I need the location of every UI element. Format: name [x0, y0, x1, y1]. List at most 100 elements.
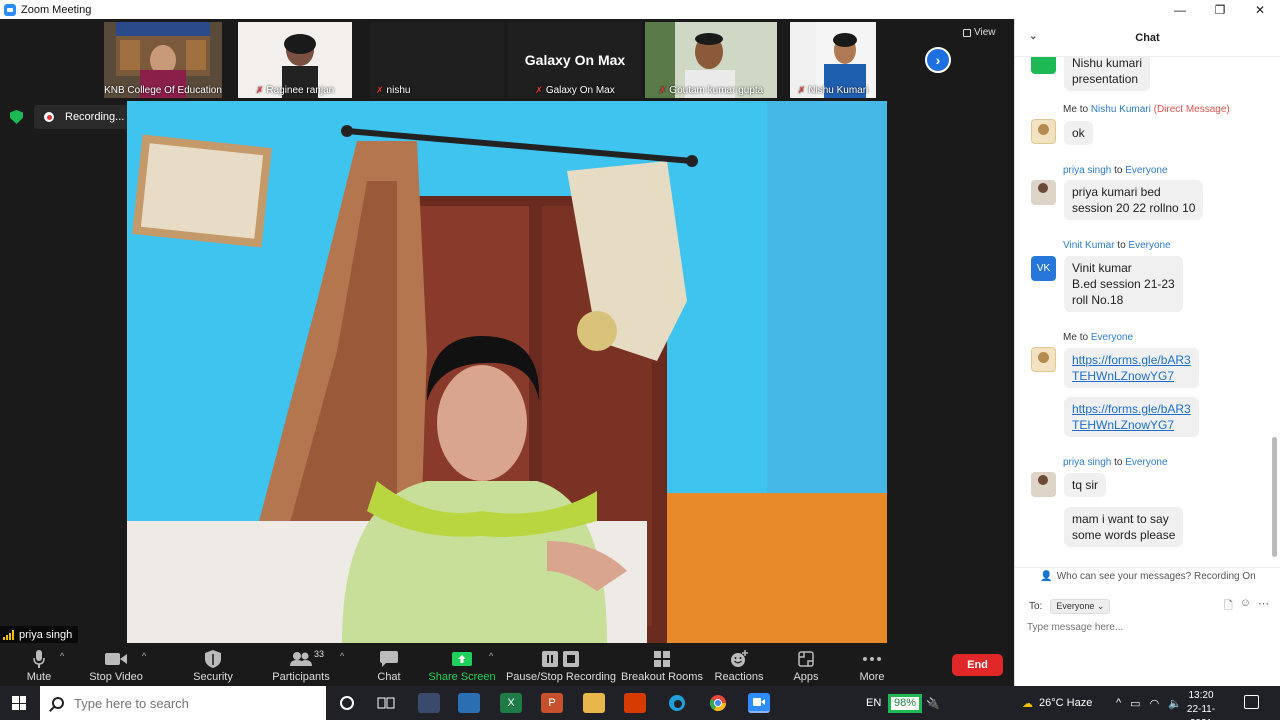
- windows-start-icon[interactable]: [12, 696, 26, 710]
- form-link[interactable]: https://forms.gle/bAR3 TEHWnLZnowYG7: [1072, 402, 1191, 432]
- active-speaker-video: [127, 101, 887, 643]
- chat-scrollbar[interactable]: [1271, 57, 1277, 567]
- share-screen-button[interactable]: Share Screen: [428, 643, 496, 686]
- cortana-icon[interactable]: [336, 693, 358, 713]
- participant-strip: KNB College Of Education ✗ Raginee ranjan…: [0, 19, 1014, 99]
- muted-mic-icon: ✗: [255, 85, 264, 95]
- emoji-icon[interactable]: ☺: [1240, 597, 1251, 616]
- language-indicator[interactable]: EN: [866, 686, 881, 720]
- more-options-icon[interactable]: ⋯: [1258, 597, 1269, 616]
- collapse-chevron-icon[interactable]: ⌄: [1029, 31, 1037, 42]
- apps-icon: [798, 647, 814, 671]
- recipient-select[interactable]: Everyone ⌄: [1050, 598, 1111, 614]
- chat-message: ok: [1064, 121, 1093, 145]
- chat-panel: ⌄ Chat Nishu kumari presentation Me to Ni…: [1014, 19, 1280, 686]
- chat-title: Chat: [1135, 31, 1160, 44]
- muted-mic-icon: ✗: [376, 85, 384, 95]
- wifi-icon[interactable]: ◠: [1150, 697, 1160, 710]
- person-icon: 👤: [1040, 571, 1053, 582]
- excel-icon[interactable]: X: [500, 693, 522, 713]
- powerpoint-icon[interactable]: P: [541, 693, 563, 713]
- reactions-smiley-icon: [730, 647, 748, 671]
- participants-options-chevron-icon[interactable]: ^: [340, 651, 344, 661]
- edge-icon[interactable]: [666, 693, 688, 713]
- message-meta: Me to Everyone: [1063, 332, 1134, 343]
- reactions-button[interactable]: Reactions: [714, 643, 764, 686]
- weather-widget[interactable]: ☁ 26°C Haze: [1022, 686, 1092, 720]
- chat-message: Vinit kumar B.ed session 21-23 roll No.18: [1064, 256, 1183, 312]
- taskbar-search[interactable]: [40, 686, 326, 720]
- zoom-window: Zoom Meeting — ❐ ✕ KNB College Of Educat…: [0, 0, 1280, 720]
- chat-bubble-icon: [380, 647, 398, 671]
- chat-messages: Nishu kumari presentation Me to Nishu Kum…: [1015, 57, 1273, 567]
- participant-tile[interactable]: KNB College Of Education: [104, 22, 222, 98]
- chat-message[interactable]: https://forms.gle/bAR3 TEHWnLZnowYG7: [1064, 348, 1199, 388]
- avatar: [1031, 180, 1056, 205]
- maximize-button[interactable]: ❐: [1200, 0, 1240, 19]
- file-explorer-icon[interactable]: [583, 693, 605, 713]
- muted-mic-icon: ✗: [535, 85, 543, 95]
- apps-button[interactable]: Apps: [790, 643, 822, 686]
- participants-icon: [290, 647, 312, 671]
- chrome-icon[interactable]: [707, 693, 729, 713]
- grid-view-icon: [963, 28, 971, 37]
- pinned-app-icon[interactable]: [418, 693, 440, 713]
- share-options-chevron-icon[interactable]: ^: [489, 651, 493, 661]
- participant-tile[interactable]: ✗ Nishu Kumari: [790, 22, 876, 98]
- taskbar-search-input[interactable]: [74, 695, 294, 711]
- view-button[interactable]: View: [963, 27, 996, 38]
- zoom-taskbar-icon[interactable]: [748, 693, 770, 713]
- record-dot-icon: [44, 112, 54, 122]
- weather-icon: ☁: [1022, 697, 1033, 710]
- chat-message[interactable]: https://forms.gle/bAR3 TEHWnLZnowYG7: [1064, 397, 1199, 437]
- participant-tile[interactable]: Galaxy On Max ✗ Galaxy On Max: [508, 22, 642, 98]
- participant-name: ✗ Nishu Kumari: [797, 85, 869, 96]
- more-button[interactable]: More: [856, 643, 888, 686]
- breakout-rooms-icon: [654, 647, 670, 671]
- next-page-button[interactable]: ›: [925, 47, 951, 73]
- chat-button[interactable]: Chat: [372, 643, 406, 686]
- chat-header: ⌄ Chat: [1015, 19, 1280, 57]
- meeting-toolbar: Mute ^ Stop Video ^ Security Participant…: [0, 643, 1014, 686]
- system-tray-icons: ^ ▭ ◠ 🔈: [1116, 686, 1182, 720]
- more-dots-icon: [863, 647, 881, 671]
- notifications-icon[interactable]: [1244, 695, 1259, 709]
- battery-indicator[interactable]: 98% 🔌: [887, 686, 940, 720]
- window-controls: — ❐ ✕: [1160, 0, 1280, 19]
- file-icon[interactable]: 🗋: [1224, 597, 1233, 616]
- mute-button[interactable]: Mute: [22, 643, 56, 686]
- office-icon[interactable]: [624, 693, 646, 713]
- form-link[interactable]: https://forms.gle/bAR3 TEHWnLZnowYG7: [1072, 353, 1191, 383]
- task-view-icon[interactable]: [375, 693, 397, 713]
- signal-strength-icon: [3, 629, 14, 640]
- clock[interactable]: 13:2022-11-2021: [1177, 689, 1225, 720]
- security-shield-icon: [205, 647, 221, 671]
- video-camera-icon: [105, 647, 127, 671]
- participant-tile[interactable]: ✗ Goutam kumar gupta: [645, 22, 777, 98]
- network-icon[interactable]: ▭: [1130, 697, 1140, 710]
- stop-video-button[interactable]: Stop Video: [88, 643, 144, 686]
- audio-options-chevron-icon[interactable]: ^: [60, 651, 64, 661]
- title-bar: Zoom Meeting — ❐ ✕: [0, 0, 1280, 19]
- breakout-rooms-button[interactable]: Breakout Rooms: [621, 643, 703, 686]
- security-button[interactable]: Security: [192, 643, 234, 686]
- minimize-button[interactable]: —: [1160, 0, 1200, 19]
- participant-tile[interactable]: ✗ Raginee ranjan: [238, 22, 352, 98]
- store-icon[interactable]: [458, 693, 480, 713]
- video-options-chevron-icon[interactable]: ^: [142, 651, 146, 661]
- avatar: [1031, 119, 1056, 144]
- pause-stop-recording-button[interactable]: Pause/Stop Recording: [506, 643, 616, 686]
- show-hidden-icons-chevron-icon[interactable]: ^: [1116, 697, 1121, 709]
- privacy-note[interactable]: 👤 Who can see your messages? Recording O…: [1015, 567, 1280, 585]
- close-button[interactable]: ✕: [1240, 0, 1280, 19]
- recipient-row: To: Everyone ⌄ 🗋 ☺ ⋯: [1029, 597, 1269, 615]
- muted-mic-icon: ✗: [658, 85, 667, 95]
- participant-tile[interactable]: ✗ nishu: [370, 22, 504, 98]
- window-title: Zoom Meeting: [21, 3, 92, 16]
- chat-message-input[interactable]: [1027, 619, 1267, 635]
- pause-stop-icon: [542, 647, 580, 671]
- scrollbar-thumb[interactable]: [1272, 437, 1277, 557]
- encryption-shield-icon[interactable]: [10, 110, 23, 124]
- end-meeting-button[interactable]: End: [952, 654, 1003, 676]
- search-icon: [52, 697, 64, 709]
